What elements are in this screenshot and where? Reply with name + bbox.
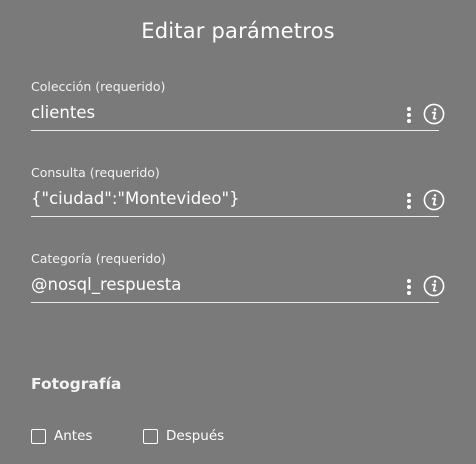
kebab-menu-icon[interactable]: [404, 191, 414, 211]
info-icon[interactable]: [423, 103, 445, 125]
section-title-fotografia: Fotografía: [31, 375, 122, 393]
categoria-input[interactable]: @nosql_respuesta: [31, 275, 181, 294]
field-underline: [31, 302, 439, 303]
info-icon[interactable]: [423, 189, 445, 211]
checkbox-antes[interactable]: Antes: [31, 426, 92, 446]
field-label: Consulta (requerido): [31, 165, 160, 180]
consulta-input[interactable]: {"ciudad":"Montevideo"}: [31, 189, 240, 208]
kebab-menu-icon[interactable]: [404, 105, 414, 125]
checkbox-box[interactable]: [31, 428, 46, 444]
dialog-title: Editar parámetros: [141, 19, 335, 43]
checkbox-despues[interactable]: Después: [143, 426, 224, 446]
kebab-menu-icon[interactable]: [404, 277, 414, 297]
checkbox-box[interactable]: [143, 428, 158, 444]
field-label: Categoría (requerido): [31, 251, 166, 266]
coleccion-input[interactable]: clientes: [31, 103, 95, 122]
info-icon[interactable]: [423, 275, 445, 297]
checkbox-label: Después: [166, 428, 225, 444]
field-underline: [31, 130, 439, 131]
field-underline: [31, 216, 439, 217]
checkbox-label: Antes: [54, 428, 93, 444]
field-label: Colección (requerido): [31, 79, 166, 94]
